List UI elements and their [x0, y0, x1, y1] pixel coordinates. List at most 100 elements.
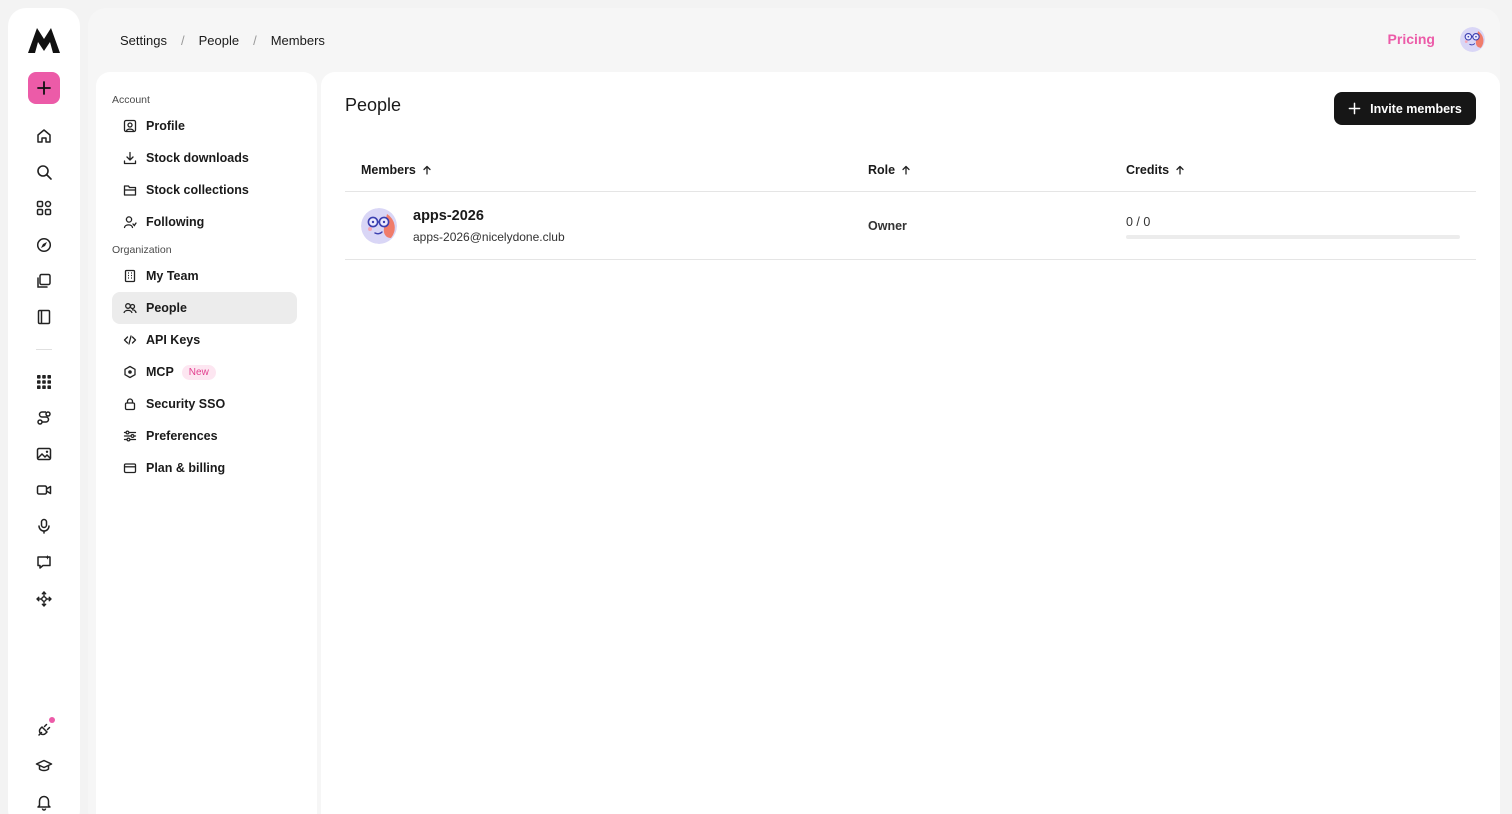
- members-table: Members Role Credits apps-2026 apps-2026…: [345, 151, 1476, 260]
- nav-item-label: Stock downloads: [146, 151, 249, 165]
- new-button[interactable]: [28, 72, 60, 104]
- member-name: apps-2026: [413, 208, 484, 224]
- education-icon: [35, 759, 53, 772]
- icon-rail: [8, 8, 80, 814]
- bell-icon: [37, 795, 51, 811]
- image-button[interactable]: [28, 438, 60, 470]
- plugin-icon: [38, 723, 51, 736]
- video-button[interactable]: [28, 474, 60, 506]
- nav-item-label: MCP: [146, 365, 174, 379]
- invite-members-label: Invite members: [1370, 101, 1462, 116]
- search-button[interactable]: [28, 156, 60, 188]
- nav-item-api-keys[interactable]: API Keys: [112, 324, 297, 356]
- library-button[interactable]: [28, 265, 60, 297]
- page-title: People: [345, 95, 402, 115]
- nav-item-label: API Keys: [146, 333, 201, 347]
- column-label: Credits: [1126, 163, 1170, 177]
- column-members[interactable]: Members: [361, 163, 432, 177]
- nav-item-profile[interactable]: Profile: [112, 110, 297, 142]
- move-icon: [36, 591, 52, 607]
- logo-icon[interactable]: [28, 28, 60, 53]
- nav-item-mcp[interactable]: MCP New: [112, 356, 297, 388]
- user-avatar[interactable]: [1460, 27, 1485, 52]
- workflow-icon: [37, 411, 51, 425]
- home-icon: [37, 129, 51, 143]
- pricing-link[interactable]: Pricing: [1388, 31, 1435, 47]
- microphone-icon: [38, 518, 50, 534]
- video-icon: [36, 485, 52, 495]
- invite-members-button[interactable]: Invite members: [1334, 92, 1476, 125]
- lock-icon: [124, 398, 136, 411]
- grid-button[interactable]: [28, 366, 60, 398]
- people-icon: [123, 303, 137, 314]
- nav-item-following[interactable]: Following: [112, 206, 297, 238]
- nav-item-label: Profile: [146, 119, 185, 133]
- nav-item-stock-collections[interactable]: Stock collections: [112, 174, 297, 206]
- new-badge: New: [181, 364, 216, 380]
- notification-dot: [49, 717, 55, 723]
- grid-icon: [37, 375, 51, 389]
- column-label: Members: [361, 163, 416, 177]
- nav-item-label: People: [146, 301, 187, 315]
- breadcrumb-settings[interactable]: Settings: [120, 33, 167, 48]
- mcp-icon: [124, 365, 136, 379]
- nav-item-label: Plan & billing: [146, 461, 226, 475]
- nav-item-people[interactable]: People: [112, 292, 297, 324]
- profile-icon: [123, 119, 137, 133]
- folder-icon: [123, 185, 137, 196]
- apps-icon: [36, 200, 52, 216]
- home-button[interactable]: [28, 120, 60, 152]
- settings-nav: Account Profile Stock downloads Stock co…: [96, 72, 317, 814]
- nav-item-preferences[interactable]: Preferences: [112, 420, 297, 452]
- breadcrumb: Settings / People / Members: [120, 31, 325, 49]
- follow-user-icon: [123, 216, 137, 229]
- breadcrumb-separator: /: [253, 32, 257, 48]
- nav-item-security-sso[interactable]: Security SSO: [112, 388, 297, 420]
- nav-item-label: Stock collections: [146, 183, 249, 197]
- nav-item-plan-billing[interactable]: Plan & billing: [112, 452, 297, 484]
- column-label: Role: [868, 163, 896, 177]
- move-button[interactable]: [28, 583, 60, 615]
- explore-button[interactable]: [28, 229, 60, 261]
- table-row[interactable]: apps-2026 apps-2026@nicelydone.club Owne…: [345, 192, 1476, 260]
- chat-button[interactable]: [28, 546, 60, 578]
- nav-section-account: Account: [112, 94, 150, 106]
- education-button[interactable]: [28, 750, 60, 782]
- chat-icon: [37, 555, 51, 569]
- member-avatar: [361, 208, 397, 244]
- nav-section-organization: Organization: [112, 244, 172, 256]
- image-icon: [36, 447, 52, 461]
- explore-icon: [36, 237, 52, 253]
- nav-item-label: Preferences: [146, 429, 218, 443]
- member-credits: 0 / 0: [1126, 215, 1151, 229]
- people-content: People Invite members Members Role Credi…: [321, 72, 1500, 814]
- workflow-button[interactable]: [28, 402, 60, 434]
- download-icon: [123, 151, 137, 165]
- credit-card-icon: [123, 463, 137, 474]
- search-icon: [37, 165, 52, 180]
- breadcrumb-members: Members: [270, 32, 325, 48]
- book-icon: [37, 309, 51, 325]
- apps-button[interactable]: [28, 192, 60, 224]
- microphone-button[interactable]: [28, 510, 60, 542]
- library-icon: [37, 273, 51, 288]
- sort-arrow-up-icon: [902, 165, 910, 175]
- plus-icon: [1348, 102, 1361, 115]
- bell-button[interactable]: [28, 786, 60, 814]
- book-button[interactable]: [28, 301, 60, 333]
- sort-arrow-up-icon: [1176, 165, 1184, 175]
- member-email: apps-2026@nicelydone.club: [413, 230, 565, 244]
- plus-icon: [37, 81, 51, 95]
- rail-divider: [36, 349, 52, 350]
- nav-item-label: Security SSO: [146, 397, 226, 411]
- member-role: Owner: [868, 219, 907, 233]
- nav-item-stock-downloads[interactable]: Stock downloads: [112, 142, 297, 174]
- breadcrumb-people[interactable]: People: [199, 33, 239, 48]
- column-credits[interactable]: Credits: [1126, 163, 1185, 177]
- nav-item-label: My Team: [146, 269, 199, 283]
- column-role[interactable]: Role: [868, 163, 911, 177]
- plugin-button[interactable]: [28, 714, 60, 746]
- sliders-icon: [123, 430, 137, 442]
- nav-item-my-team[interactable]: My Team: [112, 260, 297, 292]
- building-icon: [124, 269, 136, 283]
